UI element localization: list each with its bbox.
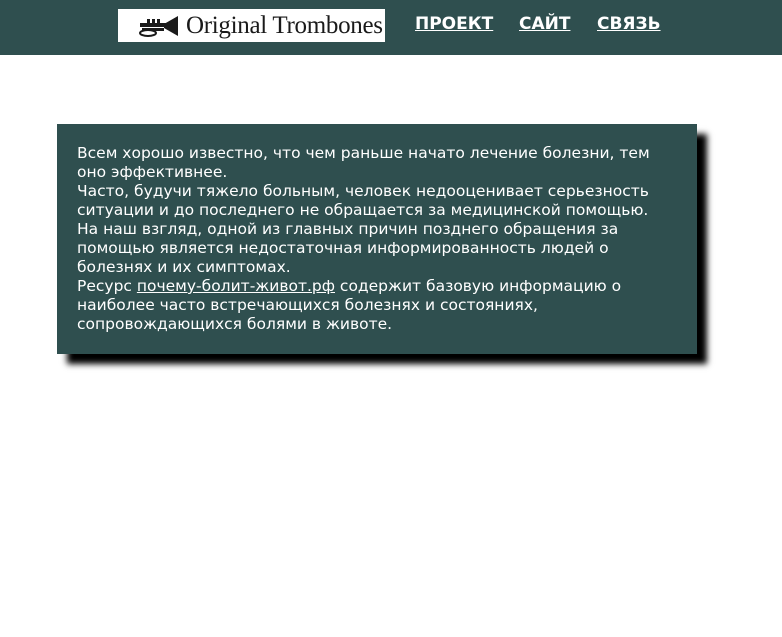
paragraph-reason: На наш взгляд, одной из главных причин п… [77, 220, 619, 276]
info-text: Всем хорошо известно, что чем раньше нач… [77, 144, 677, 334]
paragraph-resource: Ресурс почему-болит-живот.рф содержит ба… [77, 277, 677, 334]
nav-link-contact[interactable]: СВЯЗЬ [597, 14, 661, 34]
nav-link-site[interactable]: САЙТ [519, 14, 570, 34]
resource-link[interactable]: почему-болит-живот.рф [137, 277, 335, 295]
paragraph-intro: Всем хорошо известно, что чем раньше нач… [77, 144, 650, 181]
site-header: Original Trombones ПРОЕКТ САЙТ СВЯЗЬ [0, 0, 782, 55]
nav-link-project[interactable]: ПРОЕКТ [415, 14, 493, 34]
paragraph-underestimate: Часто, будучи тяжело больным, человек не… [77, 182, 649, 219]
trumpet-icon [138, 12, 182, 39]
site-logo[interactable]: Original Trombones [118, 9, 385, 42]
info-card: Всем хорошо известно, что чем раньше нач… [57, 124, 697, 354]
logo-text: Original Trombones [186, 11, 383, 39]
resource-prefix: Ресурс [77, 277, 137, 295]
